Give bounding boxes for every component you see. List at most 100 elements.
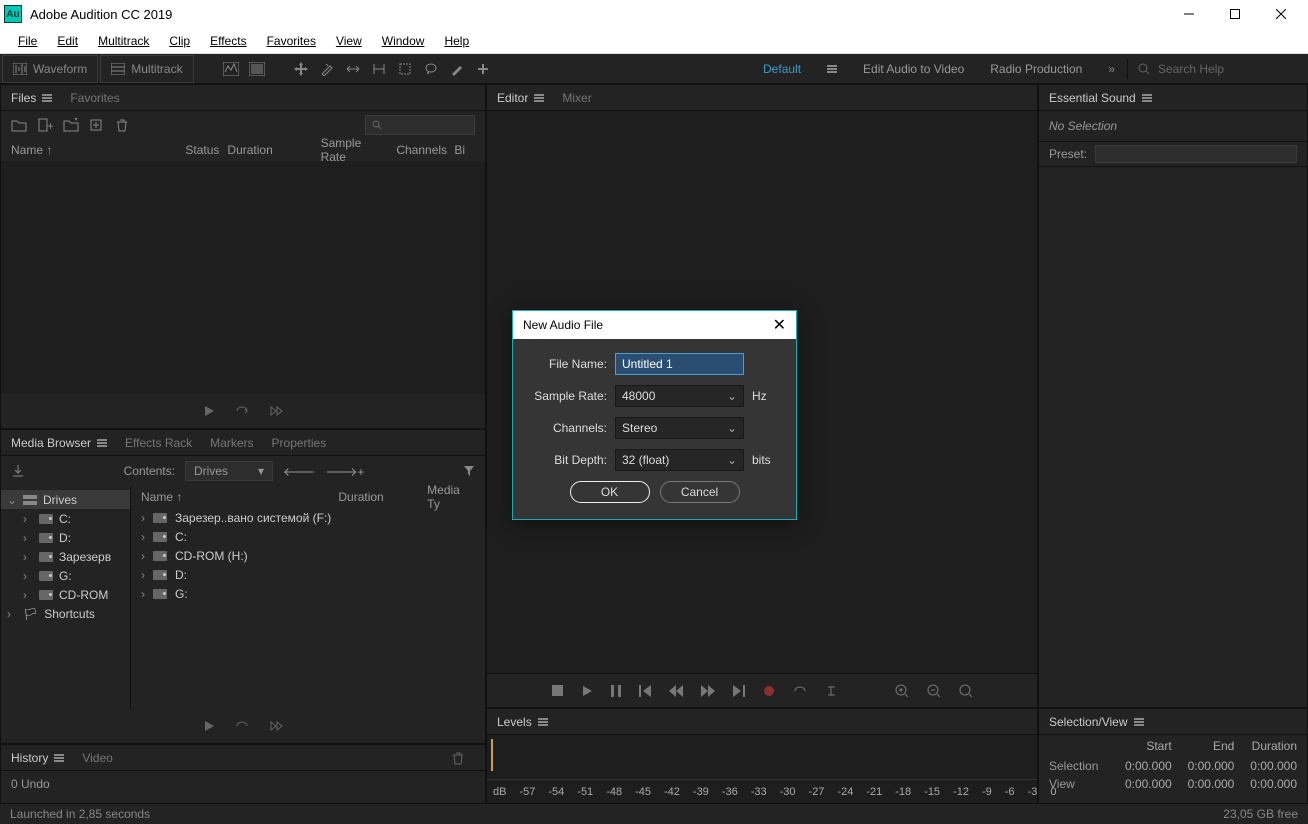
selection-duration[interactable]: 0:00.000 bbox=[1234, 759, 1297, 773]
tree-reserved[interactable]: ›Зарезерв bbox=[1, 547, 130, 566]
list-item[interactable]: ›C: bbox=[131, 527, 485, 546]
spectral-pitch-icon[interactable] bbox=[246, 58, 268, 80]
channels-dropdown[interactable]: Stereo⌄ bbox=[615, 417, 744, 439]
loop-icon[interactable] bbox=[235, 405, 249, 417]
time-selection-tool-icon[interactable] bbox=[368, 58, 390, 80]
menu-effects[interactable]: Effects bbox=[200, 31, 256, 51]
list-item[interactable]: ›D: bbox=[131, 565, 485, 584]
download-icon[interactable] bbox=[11, 464, 25, 478]
play-icon[interactable] bbox=[581, 685, 593, 697]
col-status[interactable]: Status bbox=[185, 143, 227, 157]
tab-media-browser[interactable]: Media Browser bbox=[11, 436, 107, 450]
menu-edit[interactable]: Edit bbox=[47, 31, 88, 51]
col-channels[interactable]: Channels bbox=[396, 143, 454, 157]
files-search[interactable] bbox=[365, 115, 475, 135]
tree-d[interactable]: ›D: bbox=[1, 528, 130, 547]
fast-forward-icon[interactable] bbox=[701, 685, 715, 697]
tab-mixer[interactable]: Mixer bbox=[562, 91, 591, 105]
play-icon[interactable] bbox=[203, 720, 215, 732]
contents-dropdown[interactable]: Drives ▾ bbox=[185, 461, 273, 481]
menu-clip[interactable]: Clip bbox=[159, 31, 200, 51]
zoom-out-icon[interactable] bbox=[927, 684, 941, 698]
list-col-name[interactable]: Name ↑ bbox=[141, 490, 338, 504]
loop-icon[interactable] bbox=[235, 720, 249, 732]
workspace-more[interactable]: » bbox=[1108, 62, 1115, 76]
marquee-tool-icon[interactable] bbox=[394, 58, 416, 80]
col-duration[interactable]: Duration bbox=[227, 143, 320, 157]
mode-waveform-button[interactable]: Waveform bbox=[2, 55, 98, 83]
autoplay-icon[interactable] bbox=[269, 720, 283, 732]
col-name[interactable]: Name ↑ bbox=[11, 143, 185, 157]
menu-view[interactable]: View bbox=[326, 31, 372, 51]
tree-cdrom[interactable]: ›CD-ROM bbox=[1, 585, 130, 604]
skip-back-icon[interactable] bbox=[639, 685, 651, 697]
pause-icon[interactable] bbox=[611, 685, 621, 697]
selection-end[interactable]: 0:00.000 bbox=[1172, 759, 1235, 773]
trash-icon[interactable] bbox=[115, 118, 129, 132]
panel-menu-icon[interactable] bbox=[1134, 718, 1144, 726]
history-trash-icon[interactable] bbox=[441, 751, 475, 765]
tab-properties[interactable]: Properties bbox=[272, 436, 327, 450]
panel-menu-icon[interactable] bbox=[534, 94, 544, 102]
tab-history[interactable]: History bbox=[11, 751, 64, 765]
spectral-freq-icon[interactable] bbox=[220, 58, 242, 80]
list-item[interactable]: ›G: bbox=[131, 584, 485, 603]
menu-window[interactable]: Window bbox=[372, 31, 435, 51]
panel-menu-icon[interactable] bbox=[538, 718, 548, 726]
dialog-close-icon[interactable]: ✕ bbox=[773, 315, 786, 335]
selection-start[interactable]: 0:00.000 bbox=[1109, 759, 1172, 773]
loop-playback-icon[interactable] bbox=[793, 685, 807, 697]
list-item[interactable]: ›CD-ROM (H:) bbox=[131, 546, 485, 565]
move-tool-icon[interactable] bbox=[290, 58, 312, 80]
spot-heal-tool-icon[interactable] bbox=[472, 58, 494, 80]
panel-menu-icon[interactable] bbox=[42, 94, 52, 102]
panel-menu-icon[interactable] bbox=[54, 754, 64, 762]
menu-multitrack[interactable]: Multitrack bbox=[88, 31, 159, 51]
panel-menu-icon[interactable] bbox=[1142, 94, 1152, 102]
zoom-full-icon[interactable] bbox=[959, 684, 973, 698]
col-sample-rate[interactable]: Sample Rate bbox=[321, 136, 397, 164]
import-icon[interactable]: ▾ bbox=[63, 118, 79, 132]
slip-tool-icon[interactable] bbox=[342, 58, 364, 80]
list-col-media-type[interactable]: Media Ty bbox=[427, 483, 475, 511]
bit-depth-dropdown[interactable]: 32 (float)⌄ bbox=[615, 449, 744, 471]
tab-markers[interactable]: Markers bbox=[210, 436, 253, 450]
stop-icon[interactable] bbox=[552, 685, 563, 696]
mode-multitrack-button[interactable]: Multitrack bbox=[100, 55, 193, 83]
preset-dropdown[interactable] bbox=[1095, 145, 1297, 163]
workspace-menu-icon[interactable] bbox=[827, 65, 837, 73]
filter-icon[interactable] bbox=[463, 465, 475, 477]
close-button[interactable] bbox=[1258, 0, 1304, 28]
tab-editor[interactable]: Editor bbox=[497, 91, 544, 105]
maximize-button[interactable] bbox=[1212, 0, 1258, 28]
record-icon[interactable] bbox=[763, 685, 775, 697]
rewind-icon[interactable] bbox=[669, 685, 683, 697]
insert-icon[interactable] bbox=[89, 118, 105, 132]
tab-essential-sound[interactable]: Essential Sound bbox=[1049, 91, 1152, 105]
zoom-in-icon[interactable] bbox=[895, 684, 909, 698]
ok-button[interactable]: OK bbox=[570, 481, 650, 503]
tab-selection-view[interactable]: Selection/View bbox=[1049, 715, 1144, 729]
menu-favorites[interactable]: Favorites bbox=[257, 31, 326, 51]
tree-shortcuts[interactable]: ›🏳Shortcuts bbox=[1, 604, 130, 623]
play-icon[interactable] bbox=[203, 405, 215, 417]
minimize-button[interactable] bbox=[1166, 0, 1212, 28]
sample-rate-dropdown[interactable]: 48000⌄ bbox=[615, 385, 744, 407]
workspace-edit-audio[interactable]: Edit Audio to Video bbox=[863, 62, 964, 76]
tree-g[interactable]: ›G: bbox=[1, 566, 130, 585]
file-name-input[interactable]: Untitled 1 bbox=[615, 353, 744, 375]
menu-file[interactable]: File bbox=[8, 31, 47, 51]
panel-menu-icon[interactable] bbox=[97, 439, 107, 447]
skip-forward-icon[interactable] bbox=[733, 685, 745, 697]
workspace-radio[interactable]: Radio Production bbox=[990, 62, 1082, 76]
cancel-button[interactable]: Cancel bbox=[660, 481, 740, 503]
autoplay-icon[interactable] bbox=[269, 405, 283, 417]
skip-selection-icon[interactable] bbox=[825, 685, 839, 697]
view-start[interactable]: 0:00.000 bbox=[1109, 777, 1172, 791]
search-help[interactable]: Search Help bbox=[1128, 62, 1308, 76]
view-duration[interactable]: 0:00.000 bbox=[1234, 777, 1297, 791]
back-icon[interactable]: 🡐 bbox=[283, 464, 315, 479]
view-end[interactable]: 0:00.000 bbox=[1172, 777, 1235, 791]
new-file-icon[interactable]: + bbox=[37, 118, 53, 132]
razor-tool-icon[interactable] bbox=[316, 58, 338, 80]
